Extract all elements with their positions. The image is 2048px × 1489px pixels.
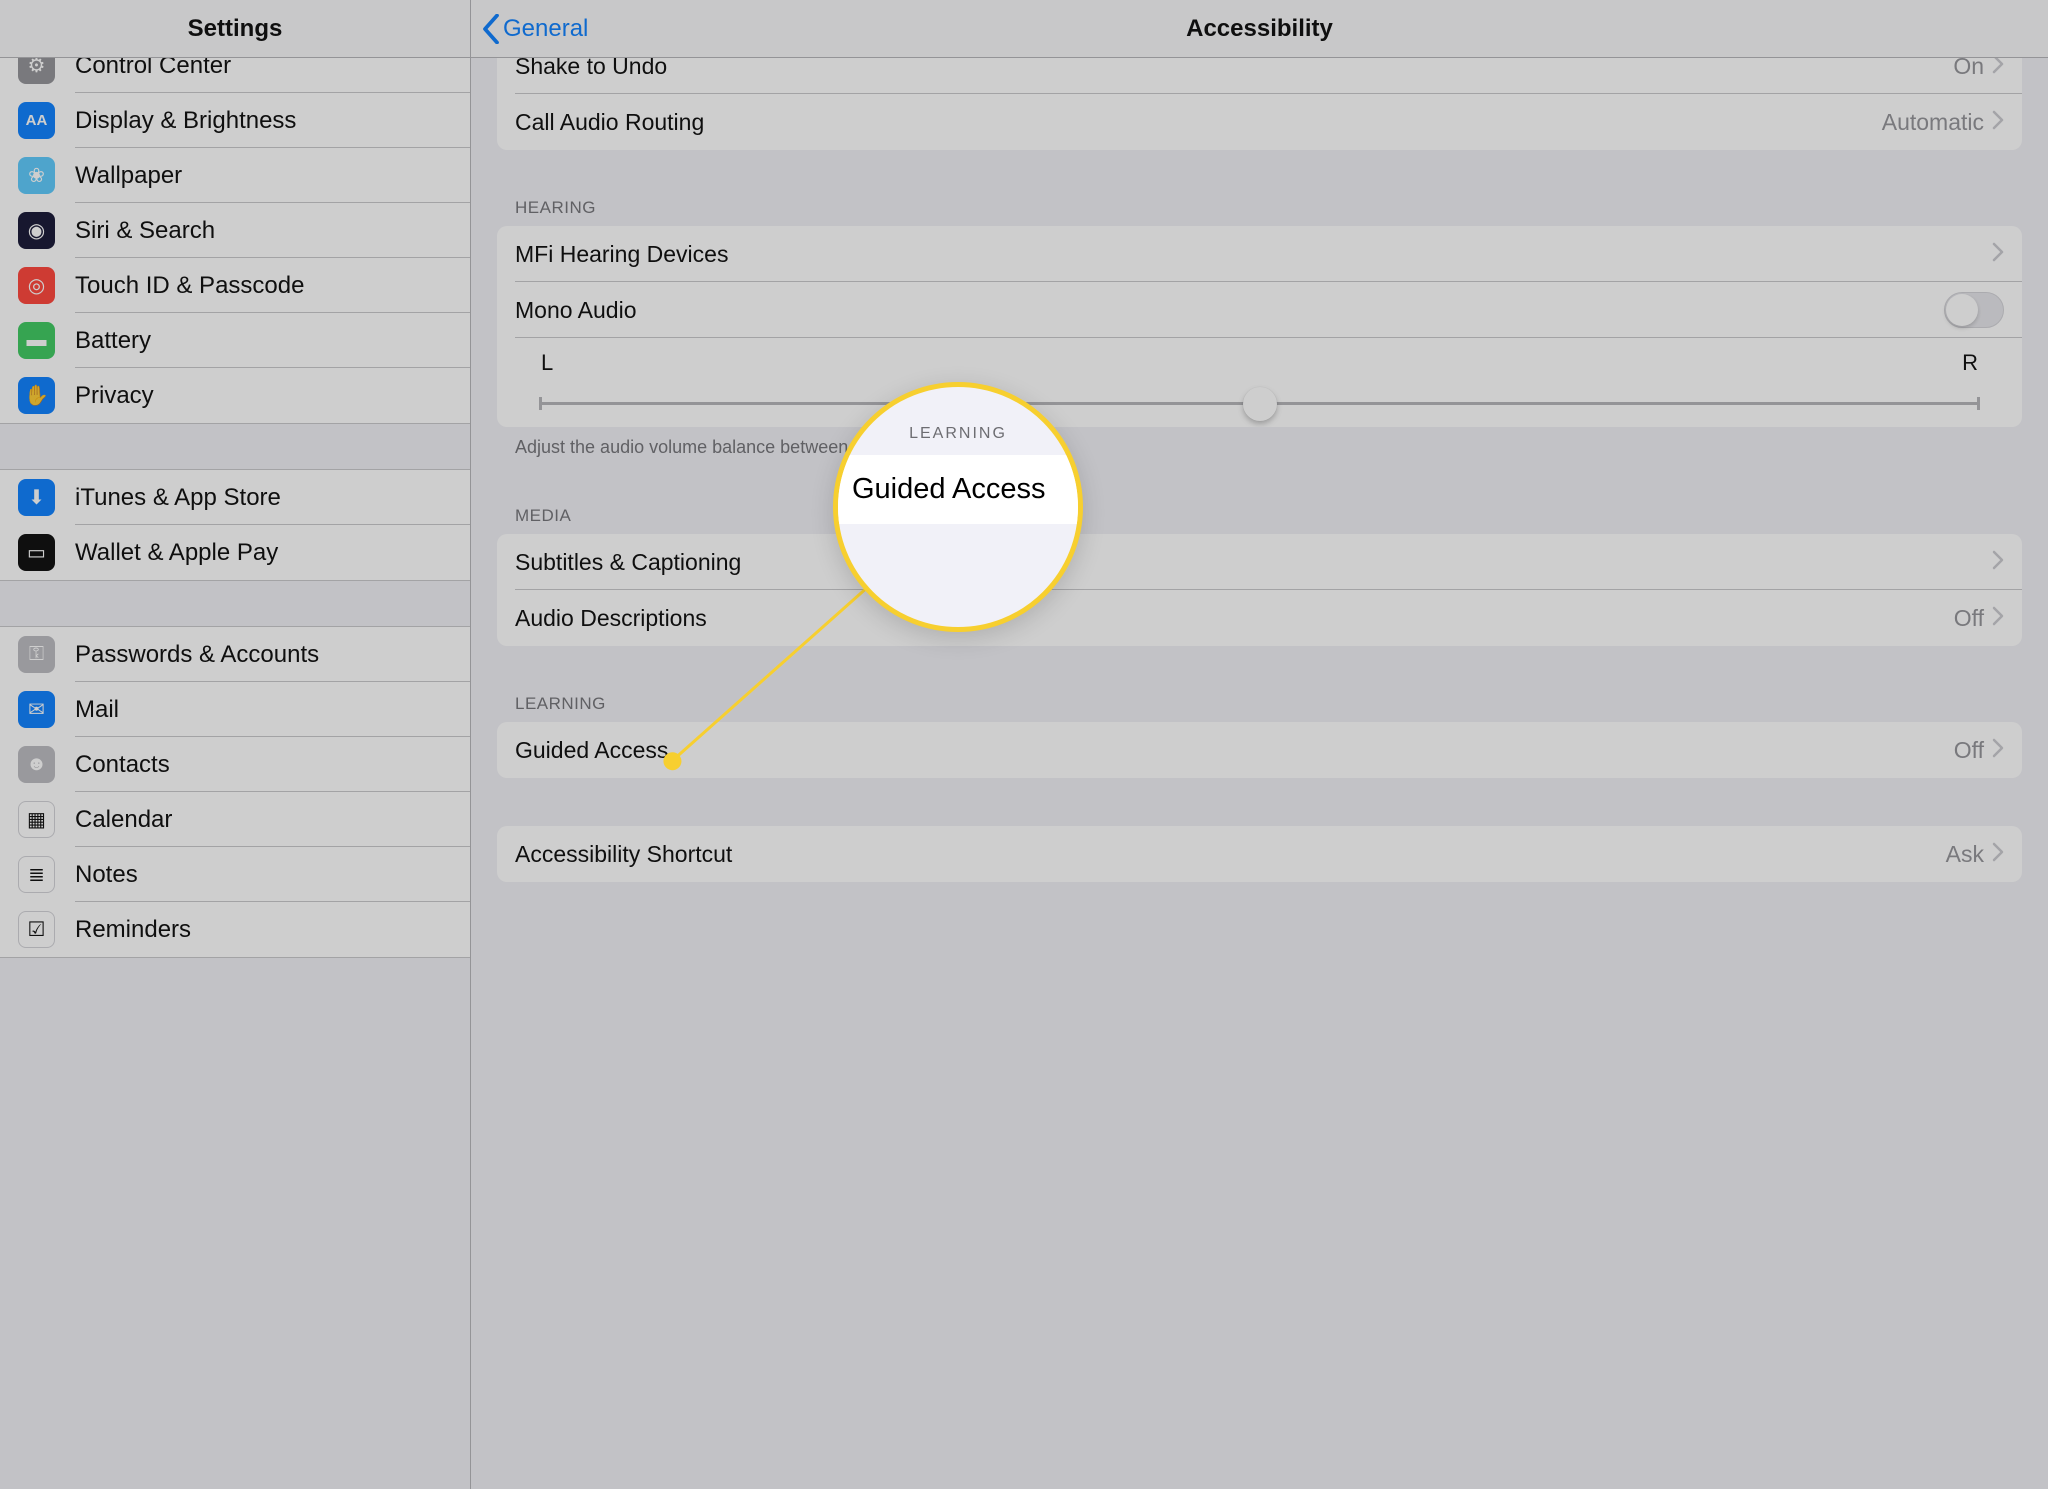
row-value: Automatic xyxy=(1882,109,1984,136)
detail-title: Accessibility xyxy=(471,15,2048,43)
chevron-right-icon xyxy=(1992,842,2004,867)
sidebar-item-label: Control Center xyxy=(75,58,231,80)
sidebar-item-label: Passwords & Accounts xyxy=(75,641,319,669)
sidebar-item-itunes-app-store[interactable]: ⬇︎ iTunes & App Store xyxy=(0,470,470,525)
row-value: On xyxy=(1953,58,1984,80)
back-button[interactable]: General xyxy=(471,14,588,44)
sidebar-item-label: Touch ID & Passcode xyxy=(75,272,304,300)
sidebar-item-touch-id-passcode[interactable]: ◎ Touch ID & Passcode xyxy=(0,258,470,313)
slider-label-left: L xyxy=(541,350,553,376)
notes-icon: ≣ xyxy=(18,856,55,893)
row-value: Off xyxy=(1954,737,1984,764)
row-label: MFi Hearing Devices xyxy=(515,241,1992,268)
wallet-icon: ▭ xyxy=(18,534,55,571)
row-shake-to-undo[interactable]: Shake to UndoOn xyxy=(497,58,2022,94)
chevron-right-icon xyxy=(1992,606,2004,631)
row-label: Shake to Undo xyxy=(515,58,1953,80)
sidebar-header: Settings xyxy=(0,0,470,58)
row-value: Off xyxy=(1954,605,1984,632)
battery-icon: ▬ xyxy=(18,322,55,359)
key-icon: ⚿ xyxy=(18,636,55,673)
sidebar-item-passwords-accounts[interactable]: ⚿ Passwords & Accounts xyxy=(0,627,470,682)
row-label: Call Audio Routing xyxy=(515,109,1882,136)
text-size-icon: AA xyxy=(18,102,55,139)
chevron-right-icon xyxy=(1992,738,2004,763)
detail-pane: General Accessibility Shake to UndoOnCal… xyxy=(471,0,2048,1489)
sidebar-item-reminders[interactable]: ☑︎ Reminders xyxy=(0,902,470,957)
sidebar-item-label: Mail xyxy=(75,696,119,724)
chevron-right-icon xyxy=(1992,242,2004,267)
sidebar-item-label: Battery xyxy=(75,327,151,355)
row-label: Subtitles & Captioning xyxy=(515,549,1992,576)
row-mono-audio: Mono Audio xyxy=(497,282,2022,338)
app-root: Settings ⚙︎ Control Center AA Display & Bri… xyxy=(0,0,2048,1489)
sidebar-item-label: Contacts xyxy=(75,751,170,779)
hand-icon: ✋ xyxy=(18,377,55,414)
sidebar-item-label: Wallpaper xyxy=(75,162,182,190)
sidebar-item-label: Notes xyxy=(75,861,138,889)
sidebar-item-label: Display & Brightness xyxy=(75,107,296,135)
sidebar-item-wallpaper[interactable]: ❀ Wallpaper xyxy=(0,148,470,203)
siri-icon: ◉ xyxy=(18,212,55,249)
section-header: LEARNING xyxy=(497,694,2022,722)
row-label: Guided Access xyxy=(515,737,1954,764)
sidebar-item-label: Wallet & Apple Pay xyxy=(75,539,278,567)
chevron-right-icon xyxy=(1992,58,2004,79)
toggle-switch[interactable] xyxy=(1944,292,2004,328)
sidebar-item-control-center[interactable]: ⚙︎ Control Center xyxy=(0,58,470,93)
row-subtitles-captioning[interactable]: Subtitles & Captioning xyxy=(497,534,2022,590)
chevron-right-icon xyxy=(1992,110,2004,135)
back-label: General xyxy=(503,15,588,43)
flower-icon: ❀ xyxy=(18,157,55,194)
row-label: Audio Descriptions xyxy=(515,605,1954,632)
row-guided-access[interactable]: Guided AccessOff xyxy=(497,722,2022,778)
section-header: HEARING xyxy=(497,198,2022,226)
audio-balance-slider[interactable]: LR xyxy=(497,338,2022,427)
slider-thumb[interactable] xyxy=(1243,387,1277,421)
reminders-icon: ☑︎ xyxy=(18,911,55,948)
sidebar-item-display-brightness[interactable]: AA Display & Brightness xyxy=(0,93,470,148)
row-label: Accessibility Shortcut xyxy=(515,841,1946,868)
sidebar-item-battery[interactable]: ▬ Battery xyxy=(0,313,470,368)
slider-label-right: R xyxy=(1962,350,1978,376)
detail-header: General Accessibility xyxy=(471,0,2048,58)
sidebar-item-label: Siri & Search xyxy=(75,217,215,245)
calendar-icon: ▦ xyxy=(18,801,55,838)
row-accessibility-shortcut[interactable]: Accessibility ShortcutAsk xyxy=(497,826,2022,882)
sidebar-item-label: Privacy xyxy=(75,382,154,410)
row-call-audio-routing[interactable]: Call Audio RoutingAutomatic xyxy=(497,94,2022,150)
row-mfi-hearing-devices[interactable]: MFi Hearing Devices xyxy=(497,226,2022,282)
sidebar-item-siri-search[interactable]: ◉ Siri & Search xyxy=(0,203,470,258)
section-header: MEDIA xyxy=(497,506,2022,534)
sidebar-item-mail[interactable]: ✉︎ Mail xyxy=(0,682,470,737)
sliders-icon: ⚙︎ xyxy=(18,58,55,84)
sidebar-item-wallet-apple-pay[interactable]: ▭ Wallet & Apple Pay xyxy=(0,525,470,580)
sidebar-item-calendar[interactable]: ▦ Calendar xyxy=(0,792,470,847)
sidebar-item-label: iTunes & App Store xyxy=(75,484,281,512)
contacts-icon: ☻ xyxy=(18,746,55,783)
sidebar-list[interactable]: ⚙︎ Control Center AA Display & Brightness ❀ W… xyxy=(0,58,470,1489)
settings-sidebar: Settings ⚙︎ Control Center AA Display & Bri… xyxy=(0,0,471,1489)
sidebar-item-privacy[interactable]: ✋ Privacy xyxy=(0,368,470,423)
sidebar-title: Settings xyxy=(188,15,283,43)
sidebar-item-notes[interactable]: ≣ Notes xyxy=(0,847,470,902)
appstore-icon: ⬇︎ xyxy=(18,479,55,516)
row-label: Mono Audio xyxy=(515,297,1944,324)
row-value: Ask xyxy=(1946,841,1984,868)
detail-body[interactable]: Shake to UndoOnCall Audio RoutingAutomat… xyxy=(471,58,2048,1489)
section-footer: Adjust the audio volume balance between … xyxy=(497,427,2022,458)
sidebar-item-label: Reminders xyxy=(75,916,191,944)
mail-icon: ✉︎ xyxy=(18,691,55,728)
chevron-left-icon xyxy=(481,14,501,44)
chevron-right-icon xyxy=(1992,550,2004,575)
row-audio-descriptions[interactable]: Audio DescriptionsOff xyxy=(497,590,2022,646)
fingerprint-icon: ◎ xyxy=(18,267,55,304)
sidebar-item-contacts[interactable]: ☻ Contacts xyxy=(0,737,470,792)
sidebar-item-label: Calendar xyxy=(75,806,172,834)
